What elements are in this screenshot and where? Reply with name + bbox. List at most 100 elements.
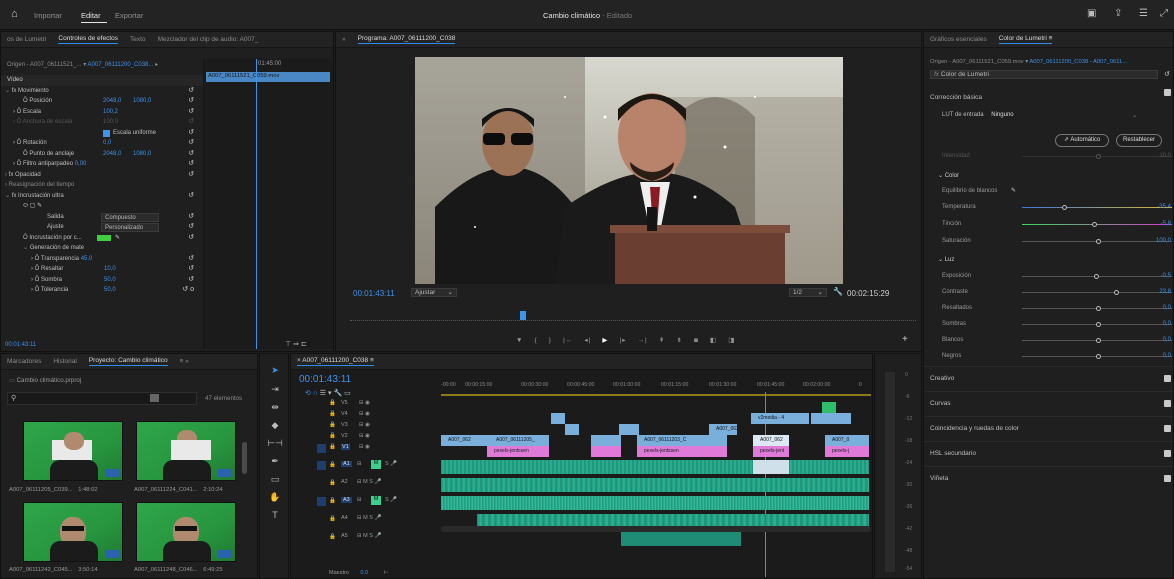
project-search[interactable]: ⚲	[7, 392, 197, 405]
clip-a1[interactable]	[441, 460, 869, 474]
tab-history[interactable]: Historial	[53, 358, 76, 365]
clip-v2-3[interactable]	[591, 435, 621, 446]
tab-markers[interactable]: Marcadores	[7, 358, 41, 365]
contrast-row[interactable]: Contraste 23,8	[932, 286, 1173, 299]
fit-dropdown[interactable]: Ajustar ⌄	[411, 288, 457, 297]
clip-v3-3[interactable]: A007_062	[709, 424, 737, 435]
quick-export-icon[interactable]: ▣	[1087, 8, 1096, 19]
thumb-4[interactable]	[136, 502, 236, 562]
param-key-color[interactable]: Ŏ Incrustación por c... ✎ ↺	[1, 233, 203, 244]
razor-icon[interactable]: ◆	[267, 420, 283, 431]
param-transparency[interactable]: › Ŏ Transparencia 45,0 ↺	[1, 254, 203, 265]
param-highlight[interactable]: › Ŏ Resaltar 10,0 ↺	[1, 264, 203, 275]
exposure-row[interactable]: Exposición -0,5	[932, 270, 1173, 283]
video-frame[interactable]	[415, 57, 843, 284]
tab-effect-controls[interactable]: Controles de efectos	[58, 35, 119, 44]
tab-sequence[interactable]: × A007_06111200_C038 ≡	[297, 357, 374, 366]
ripple-edit-icon[interactable]: ⇹	[267, 402, 283, 413]
saturation-row[interactable]: Saturación 100,0	[932, 235, 1173, 248]
mark-out-icon[interactable]: }	[549, 337, 552, 344]
section-curves[interactable]: Curvas	[924, 391, 1173, 415]
comparison-icon[interactable]: ◧	[710, 336, 717, 344]
go-to-in-icon[interactable]: |←	[563, 337, 573, 344]
clip-v2-5[interactable]: A007_062	[753, 435, 789, 446]
fullscreen-icon[interactable]: ⤢	[1160, 8, 1168, 19]
shadows-row[interactable]: Sombras 0,0	[932, 318, 1173, 331]
clip-v4-3[interactable]	[551, 413, 565, 424]
thumb-1[interactable]	[23, 421, 123, 481]
timeline-scrollbar[interactable]	[441, 526, 871, 532]
clip-v1-1[interactable]: pexels-jentssen	[487, 446, 549, 457]
fx-opacity[interactable]: › fx Opacidad ↺	[1, 170, 203, 181]
param-setting[interactable]: Ajuste Personalizado ↺	[1, 222, 203, 233]
selection-tool-icon[interactable]: ➤	[267, 365, 283, 376]
play-icon[interactable]: ▶	[602, 336, 608, 344]
nav-export[interactable]: Exportar	[115, 11, 143, 20]
hand-icon[interactable]: ✋	[267, 492, 283, 503]
light-group[interactable]: ⌄ Luz	[928, 254, 954, 267]
group-matte-generation[interactable]: ⌄ Generación de mate	[1, 243, 203, 254]
clip-v1-5[interactable]: pexels-j	[825, 446, 869, 457]
clip-v4-1[interactable]: v2media - 4	[751, 413, 809, 424]
tint-row[interactable]: Tinción -5,8	[932, 218, 1173, 231]
project-scrollbar[interactable]	[242, 442, 247, 474]
type-icon[interactable]: T	[267, 510, 283, 520]
clip-v1-4[interactable]: pexels-jent	[753, 446, 789, 457]
reset-button[interactable]: Restablecer	[1116, 134, 1163, 147]
filter-icon[interactable]: ⊤ ⇒ ⊏	[285, 340, 307, 348]
clip-v2-1[interactable]: A007_062	[441, 435, 489, 446]
mini-playhead[interactable]	[256, 59, 257, 349]
tab-lumetri-scopes[interactable]: os de Lumetri	[7, 36, 46, 43]
clip-v3-1[interactable]	[565, 424, 579, 435]
clip-a3[interactable]	[441, 496, 869, 510]
tab-essential-graphics[interactable]: Gráficos esenciales	[930, 36, 987, 43]
clip-v3-2[interactable]	[619, 424, 639, 435]
add-button-icon[interactable]: +	[902, 334, 908, 345]
panel-menu-icon[interactable]: ≡ »	[180, 358, 189, 365]
section-color-wheels[interactable]: Coincidencia y ruedas de color	[924, 416, 1173, 440]
workspace-menu-icon[interactable]: ☰	[1139, 8, 1148, 19]
rectangle-icon[interactable]: ▭	[267, 474, 283, 485]
clip-v1-2[interactable]	[591, 446, 621, 457]
clip-a1-selected[interactable]	[753, 460, 789, 474]
whites-row[interactable]: Blancos 0,0	[932, 334, 1173, 347]
tab-program[interactable]: Programa: A007_06111200_C038	[357, 35, 456, 44]
section-hsl[interactable]: HSL secundario	[924, 441, 1173, 465]
param-output[interactable]: Salida Compuesto ↺	[1, 212, 203, 223]
clip-v4-2[interactable]	[811, 413, 851, 424]
resolution-dropdown[interactable]: 1/2 ⌄	[789, 288, 827, 297]
fx-motion[interactable]: ⌄ fx Movimiento ↺	[1, 86, 203, 97]
home-icon[interactable]: ⌂	[11, 8, 18, 20]
mini-clip-bar[interactable]: A007_06111521_C059.mov	[206, 72, 330, 82]
tab-lumetri-color[interactable]: Color de Lumetri ≡	[998, 35, 1053, 44]
nav-edit[interactable]: Editar	[81, 11, 101, 20]
scrubber-playhead[interactable]	[520, 311, 526, 320]
color-group[interactable]: ⌄ Color	[928, 170, 959, 183]
clip-v5-1[interactable]	[822, 402, 836, 413]
param-anchor[interactable]: Ŏ Punto de anclaje 2048,0 1080,0 ↺	[1, 149, 203, 160]
section-vignette[interactable]: Viñeta	[924, 466, 1173, 490]
temperature-row[interactable]: Temperatura -35,4	[932, 201, 1173, 214]
track-select-icon[interactable]: ⇥	[267, 384, 283, 395]
blacks-row[interactable]: Negros 0,0	[932, 350, 1173, 363]
clip-v1-3[interactable]: pexels-jentssen	[637, 446, 727, 457]
param-tolerance[interactable]: › Ŏ Tolerancia 50,0 ↺ o	[1, 285, 203, 296]
marker-icon[interactable]: ▼	[516, 337, 523, 344]
param-rotation[interactable]: › Ŏ Rotación 0,0 ↺	[1, 138, 203, 149]
clip-a2[interactable]	[441, 478, 869, 492]
go-to-out-icon[interactable]: →|	[638, 337, 648, 344]
section-basic-correction[interactable]: Corrección básica	[924, 86, 1173, 110]
nav-import[interactable]: Importar	[34, 11, 62, 20]
thumb-2[interactable]	[136, 421, 236, 481]
clip-v2-6[interactable]: A007_0	[825, 435, 869, 446]
thumb-3[interactable]	[23, 502, 123, 562]
timeline-ruler[interactable]: -00:00 00:00:15:00 00:00:30:00 00:00:45:…	[441, 382, 871, 396]
tab-text[interactable]: Texto	[130, 36, 146, 43]
white-balance-row[interactable]: Equilibrio de blancos ✎	[932, 185, 1016, 198]
mark-in-icon[interactable]: {	[535, 337, 538, 344]
param-shadow[interactable]: › Ŏ Sombra 50,0 ↺	[1, 275, 203, 286]
fx-ultra-key[interactable]: ⌄ fx Incrustación ultra ↺	[1, 191, 203, 202]
lumetri-reset-icon[interactable]: ↺	[1164, 70, 1170, 78]
export-frame-icon[interactable]: ◙	[694, 337, 699, 344]
mask-tools[interactable]: ⬭ ▢ ✎	[1, 201, 203, 212]
